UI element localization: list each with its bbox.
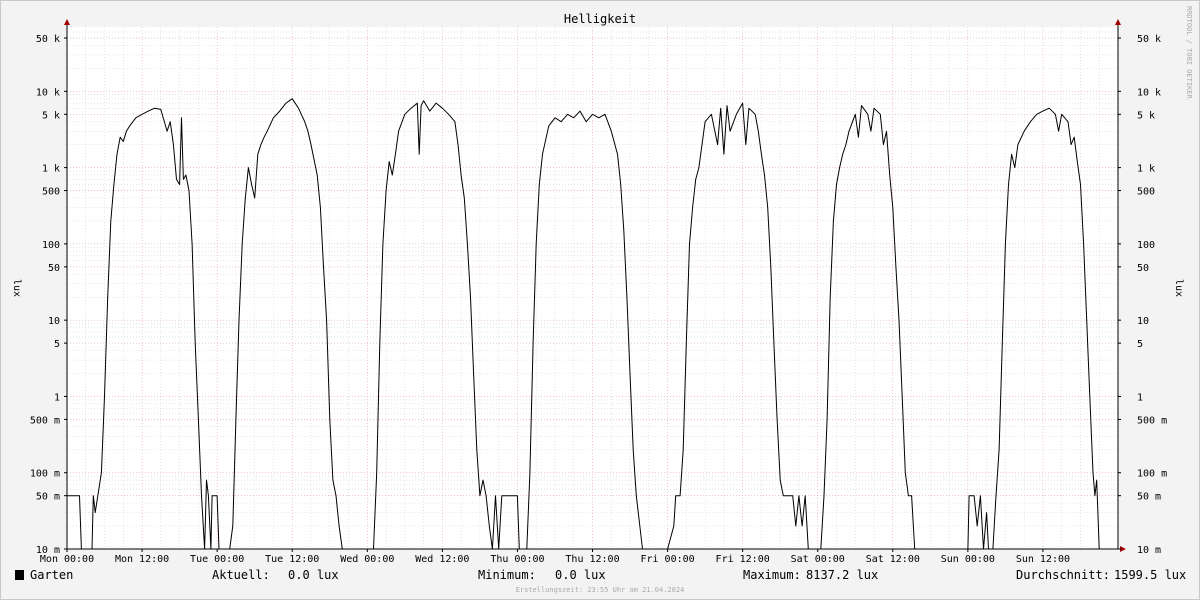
y-tick-label: 1 (1137, 392, 1143, 403)
y-tick-label: 5 k (42, 110, 60, 121)
footer-timestamp: Erstellungszeit: 23:55 Uhr am 21.04.2024 (516, 586, 685, 594)
x-tick-label: Sun 12:00 (1016, 554, 1070, 565)
x-tick-label: Fri 12:00 (716, 554, 770, 565)
legend-avg-value: 1599.5 lux (1114, 568, 1186, 582)
legend-aktuell-label: Aktuell: (212, 568, 270, 582)
x-tick-label: Sat 12:00 (866, 554, 920, 565)
chart-title: Helligkeit (564, 12, 636, 26)
y-tick-label: 5 (54, 339, 60, 350)
watermark: RRDTOOL / TOBI OETIKER (1185, 6, 1193, 100)
y-axis-label-right: lux (1173, 279, 1184, 297)
y-tick-label: 50 m (36, 492, 60, 503)
x-tick-label: Sat 00:00 (791, 554, 845, 565)
y-axis-arrow-left (64, 19, 70, 25)
y-tick-labels-left: 50 k 10 k 5 k 1 k 500 100 50 10 5 1 500 m 100 m 50 m… (30, 34, 67, 556)
y-tick-label: 1 k (1137, 164, 1155, 175)
x-tick-label: Fri 00:00 (640, 554, 694, 565)
legend-series-name: Garten (30, 568, 73, 582)
y-tick-label: 50 (1137, 263, 1149, 274)
x-tick-label: Mon 00:00 (40, 554, 94, 565)
y-tick-label: 50 m (1137, 492, 1161, 503)
x-tick-label: Wed 00:00 (340, 554, 394, 565)
y-tick-label: 50 k (36, 34, 60, 45)
y-tick-label: 1 k (42, 164, 60, 175)
legend-minimum-label: Minimum: (478, 568, 536, 582)
x-tick-label: Wed 12:00 (415, 554, 469, 565)
y-tick-label: 5 (1137, 339, 1143, 350)
y-tick-label: 500 m (30, 415, 60, 426)
y-tick-label: 100 m (1137, 469, 1167, 480)
legend-minimum-value: 0.0 lux (555, 568, 606, 582)
legend-avg-label: Durchschnitt: (1016, 568, 1110, 582)
y-axis-label-left: lux (11, 279, 22, 297)
legend-maximum-value: 8137.2 lux (806, 568, 878, 582)
legend-maximum-label: Maximum: (743, 568, 801, 582)
x-tick-label: Tue 00:00 (190, 554, 244, 565)
y-tick-label: 10 (48, 316, 60, 327)
y-axis-arrow-right (1115, 19, 1121, 25)
x-tick-label: Mon 12:00 (115, 554, 169, 565)
y-tick-label: 10 m (1137, 545, 1161, 556)
y-tick-label: 50 (48, 263, 60, 274)
y-tick-labels-right: 50 k 10 k 5 k 1 k 500 100 50 10 5 1 500 m 100 m 50 m… (1118, 34, 1167, 556)
x-tick-label: Thu 12:00 (565, 554, 619, 565)
y-tick-label: 500 (42, 187, 60, 198)
x-tick-label: Tue 12:00 (265, 554, 319, 565)
x-tick-labels: Mon 00:00 Mon 12:00 Tue 00:00 Tue 12:00 Wed … (40, 549, 1070, 565)
legend-aktuell-value: 0.0 lux (288, 568, 339, 582)
y-tick-label: 50 k (1137, 34, 1161, 45)
y-tick-label: 100 (1137, 240, 1155, 251)
x-tick-label: Sun 00:00 (941, 554, 995, 565)
y-tick-label: 500 m (1137, 415, 1167, 426)
y-tick-label: 10 k (36, 87, 60, 98)
legend: Garten Aktuell: 0.0 lux Minimum: 0.0 lux… (15, 568, 1186, 582)
y-tick-label: 100 m (30, 469, 60, 480)
legend-swatch (15, 570, 24, 580)
y-tick-label: 1 (54, 392, 60, 403)
y-tick-label: 100 (42, 240, 60, 251)
x-tick-label: Thu 00:00 (490, 554, 544, 565)
y-tick-label: 10 k (1137, 87, 1161, 98)
brightness-chart: 50 k 10 k 5 k 1 k 500 100 50 10 5 1 500 m 100 m 50 m… (11, 6, 1193, 594)
y-tick-label: 5 k (1137, 110, 1155, 121)
y-tick-label: 500 (1137, 187, 1155, 198)
y-tick-label: 10 (1137, 316, 1149, 327)
